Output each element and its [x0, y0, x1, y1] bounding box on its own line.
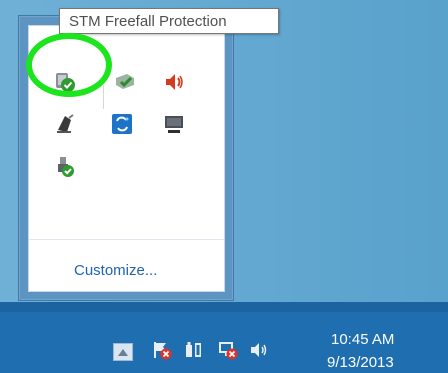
volume-icon[interactable] — [247, 338, 271, 362]
security-check-icon[interactable] — [111, 68, 139, 96]
safely-remove-hardware-icon[interactable] — [51, 153, 79, 181]
customize-link[interactable]: Customize... — [74, 262, 157, 279]
sync-app-icon[interactable] — [108, 110, 136, 138]
network-error-icon[interactable] — [216, 338, 240, 362]
up-arrow-icon — [118, 349, 128, 356]
usb-device-icon[interactable] — [51, 110, 79, 138]
tooltip: STM Freefall Protection — [59, 8, 279, 34]
icon-separator — [103, 85, 104, 109]
speaker-volume-icon[interactable] — [160, 68, 188, 96]
power-battery-icon[interactable] — [182, 338, 206, 362]
action-center-flag-icon[interactable] — [150, 338, 174, 362]
show-hidden-icons-button[interactable] — [113, 343, 133, 361]
tooltip-text: STM Freefall Protection — [69, 12, 227, 30]
taskbar: 10:45 AM 9/13/2013 — [0, 302, 448, 373]
clock-date[interactable]: 9/13/2013 — [327, 354, 394, 371]
taskbar-top-edge — [0, 302, 448, 312]
flyout-divider — [29, 239, 224, 240]
clock-time[interactable]: 10:45 AM — [331, 331, 394, 348]
highlight-ring-annotation — [26, 33, 112, 97]
display-monitor-icon[interactable] — [160, 110, 188, 138]
